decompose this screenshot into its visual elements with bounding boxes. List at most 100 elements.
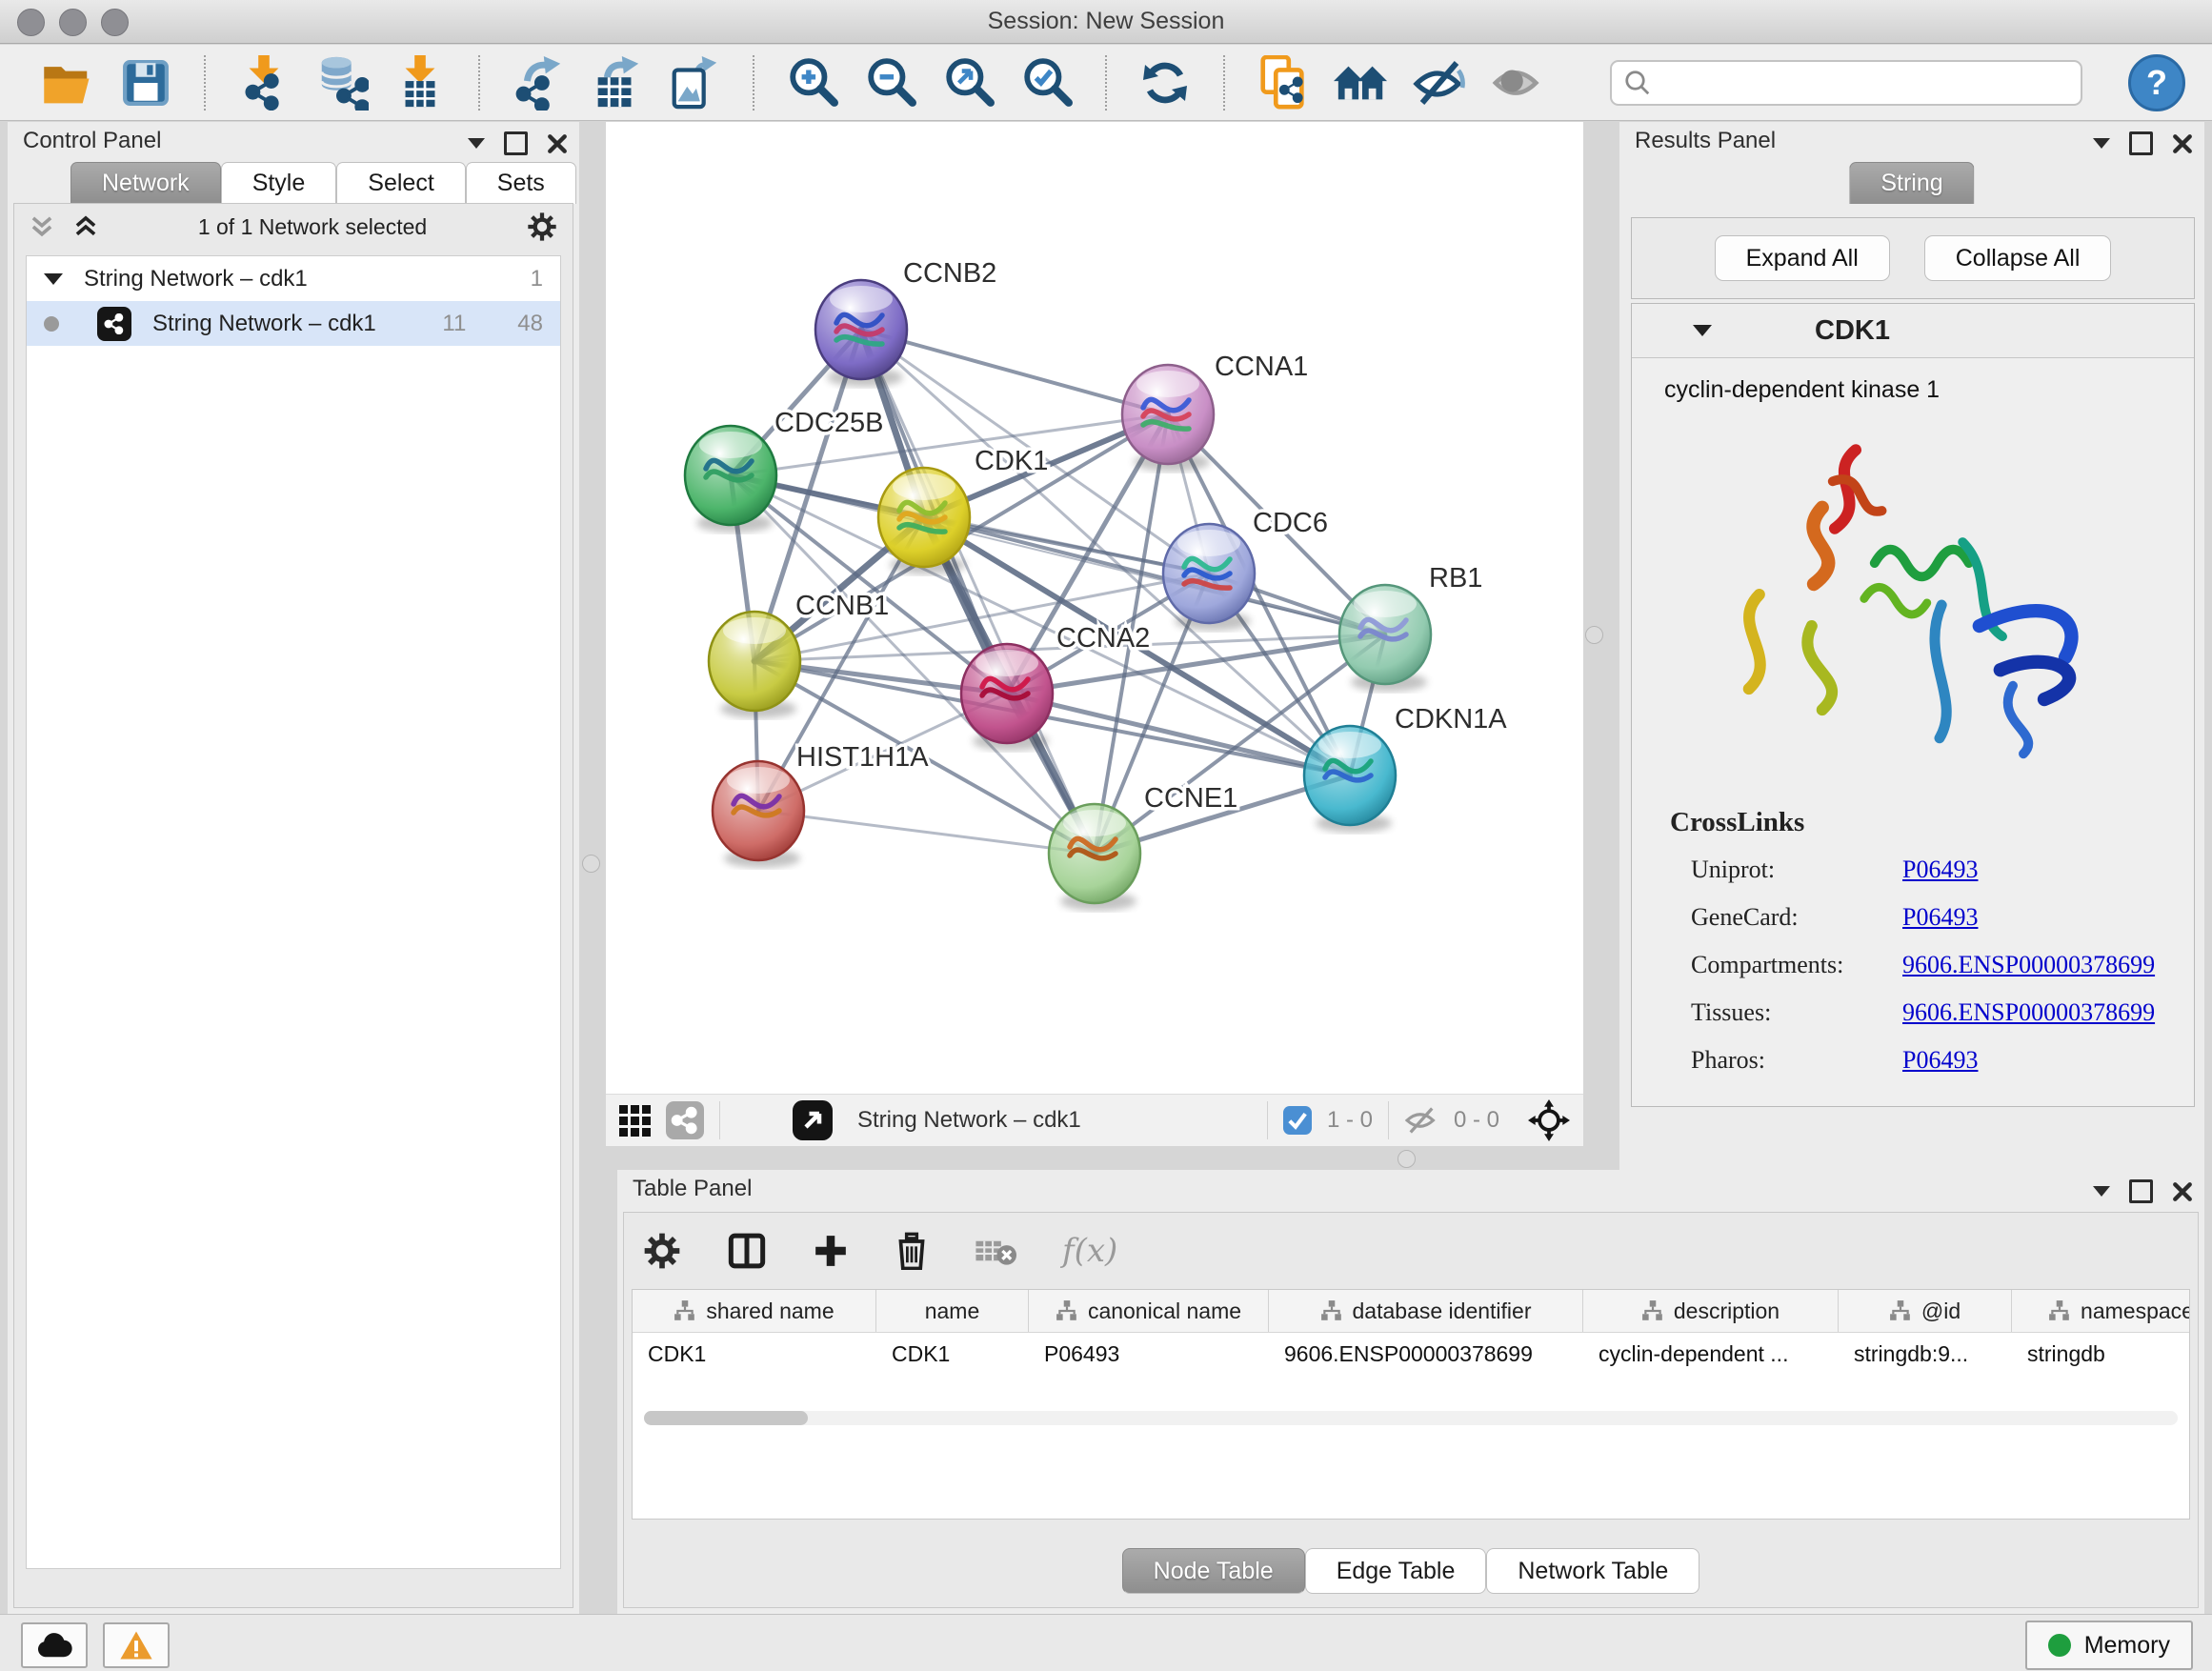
splitter-handle[interactable] <box>1398 1150 1416 1168</box>
crosslink-link[interactable]: P06493 <box>1902 856 2155 884</box>
hide-selected-button[interactable] <box>1412 53 1467 112</box>
tab-style[interactable]: Style <box>221 162 337 204</box>
column-header-canonical-name[interactable]: canonical name <box>1029 1290 1269 1332</box>
network-collection-row[interactable]: String Network – cdk1 1 <box>27 256 560 301</box>
save-session-button[interactable] <box>118 53 173 112</box>
network-node-CCNA2[interactable] <box>961 644 1053 751</box>
tree-expand-icon[interactable] <box>44 273 63 285</box>
minimize-window-button[interactable] <box>59 9 87 36</box>
show-grid-icon[interactable] <box>619 1105 651 1137</box>
tab-network-table[interactable]: Network Table <box>1486 1548 1699 1594</box>
tab-select[interactable]: Select <box>336 162 465 204</box>
network-node-CDC25B[interactable] <box>685 426 776 533</box>
function-builder-icon[interactable]: f(x) <box>1062 1232 1117 1270</box>
import-network-from-file-button[interactable] <box>236 53 292 112</box>
panel-menu-icon[interactable] <box>2093 1186 2110 1197</box>
warnings-button[interactable] <box>103 1622 170 1668</box>
crosslink-link[interactable]: 9606.ENSP00000378699 <box>1902 998 2155 1027</box>
splitter-handle[interactable] <box>582 855 600 873</box>
column-header-description[interactable]: description <box>1583 1290 1839 1332</box>
collapse-all-icon[interactable] <box>30 214 54 239</box>
network-overview-icon[interactable] <box>666 1101 704 1139</box>
network-options-gear-icon[interactable] <box>527 211 557 242</box>
import-network-from-database-button[interactable] <box>314 53 370 112</box>
column-header-namespace[interactable]: namespace <box>2012 1290 2190 1332</box>
export-table-button[interactable] <box>589 53 644 112</box>
show-all-button[interactable] <box>1490 53 1545 112</box>
network-node-CCNB1[interactable] <box>709 612 800 718</box>
network-node-CCNE1[interactable] <box>1049 804 1140 911</box>
scrollbar-thumb[interactable] <box>644 1411 808 1425</box>
splitter-handle[interactable] <box>1585 626 1603 644</box>
cloud-status-button[interactable] <box>21 1622 88 1668</box>
tab-sets[interactable]: Sets <box>466 162 576 204</box>
help-button[interactable]: ? <box>2128 54 2185 111</box>
float-panel-icon[interactable] <box>2129 1179 2153 1203</box>
column-header-@id[interactable]: @id <box>1839 1290 2012 1332</box>
panel-menu-icon[interactable] <box>2093 138 2110 149</box>
zoom-selected-button[interactable] <box>1019 53 1075 112</box>
close-window-button[interactable] <box>17 9 45 36</box>
network-node-RB1[interactable] <box>1339 585 1431 692</box>
network-edge[interactable] <box>1007 694 1350 775</box>
table-row[interactable]: CDK1CDK1P064939606.ENSP00000378699cyclin… <box>633 1333 2189 1375</box>
clone-network-button[interactable] <box>1256 53 1311 112</box>
close-panel-icon[interactable] <box>547 133 568 154</box>
refresh-button[interactable] <box>1137 53 1193 112</box>
network-canvas[interactable]: CCNB2CCNA1CDC25BCDK1CDC6RB1CCNB1CCNA2CDK… <box>606 122 1583 1094</box>
expand-all-icon[interactable] <box>73 214 98 239</box>
zoom-fit-button[interactable] <box>941 53 996 112</box>
column-header-shared-name[interactable]: shared name <box>633 1290 876 1332</box>
network-node-CCNB2[interactable] <box>815 280 907 387</box>
network-node-CDK1[interactable] <box>878 468 970 574</box>
network-edge[interactable] <box>861 330 1095 854</box>
delete-column-trash-icon[interactable] <box>895 1232 929 1270</box>
table-cell[interactable]: 9606.ENSP00000378699 <box>1269 1333 1583 1375</box>
select-columns-icon[interactable] <box>727 1232 767 1270</box>
network-node-HIST1H1A[interactable] <box>713 761 804 868</box>
network-node-CCNA1[interactable] <box>1122 365 1214 472</box>
zoom-out-button[interactable] <box>863 53 918 112</box>
table-cell[interactable]: P06493 <box>1029 1333 1269 1375</box>
tab-node-table[interactable]: Node Table <box>1122 1548 1305 1594</box>
column-header-name[interactable]: name <box>876 1290 1029 1332</box>
tab-network[interactable]: Network <box>70 162 221 204</box>
expand-all-button[interactable]: Expand All <box>1715 235 1890 281</box>
zoom-in-button[interactable] <box>785 53 840 112</box>
tab-string[interactable]: String <box>1849 162 1974 204</box>
table-cell[interactable]: stringdb:9... <box>1839 1333 2012 1375</box>
crosslink-link[interactable]: P06493 <box>1902 903 2155 932</box>
first-neighbors-button[interactable] <box>1334 53 1389 112</box>
column-header-database-identifier[interactable]: database identifier <box>1269 1290 1583 1332</box>
open-session-button[interactable] <box>40 53 95 112</box>
export-image-button[interactable] <box>667 53 722 112</box>
table-options-gear-icon[interactable] <box>643 1232 681 1270</box>
float-panel-icon[interactable] <box>504 131 528 155</box>
table-cell[interactable]: stringdb <box>2012 1333 2190 1375</box>
selected-checkbox-icon[interactable] <box>1283 1106 1312 1135</box>
crosslink-link[interactable]: P06493 <box>1902 1046 2155 1075</box>
tab-edge-table[interactable]: Edge Table <box>1305 1548 1487 1594</box>
crosslink-link[interactable]: 9606.ENSP00000378699 <box>1902 951 2155 979</box>
export-network-button[interactable] <box>511 53 566 112</box>
float-panel-icon[interactable] <box>2129 131 2153 155</box>
table-cell[interactable]: CDK1 <box>633 1333 876 1375</box>
close-panel-icon[interactable] <box>2172 1181 2193 1202</box>
search-box[interactable] <box>1610 60 2082 106</box>
table-cell[interactable]: CDK1 <box>876 1333 1029 1375</box>
detach-view-icon[interactable] <box>793 1100 833 1140</box>
memory-button[interactable]: Memory <box>2025 1621 2193 1670</box>
close-panel-icon[interactable] <box>2172 133 2193 154</box>
import-table-from-file-button[interactable] <box>392 53 448 112</box>
birds-eye-toggle-icon[interactable] <box>1528 1099 1570 1141</box>
panel-menu-icon[interactable] <box>468 138 485 149</box>
search-input[interactable] <box>1661 69 2069 97</box>
zoom-window-button[interactable] <box>101 9 129 36</box>
collapse-all-button[interactable]: Collapse All <box>1924 235 2112 281</box>
delete-table-icon[interactable] <box>975 1235 1016 1267</box>
table-horizontal-scrollbar[interactable] <box>644 1411 2178 1425</box>
network-node-CDC6[interactable] <box>1163 524 1255 631</box>
node-details-header[interactable]: CDK1 <box>1632 304 2194 358</box>
create-column-plus-icon[interactable] <box>813 1233 849 1269</box>
network-edge[interactable] <box>758 811 1095 854</box>
